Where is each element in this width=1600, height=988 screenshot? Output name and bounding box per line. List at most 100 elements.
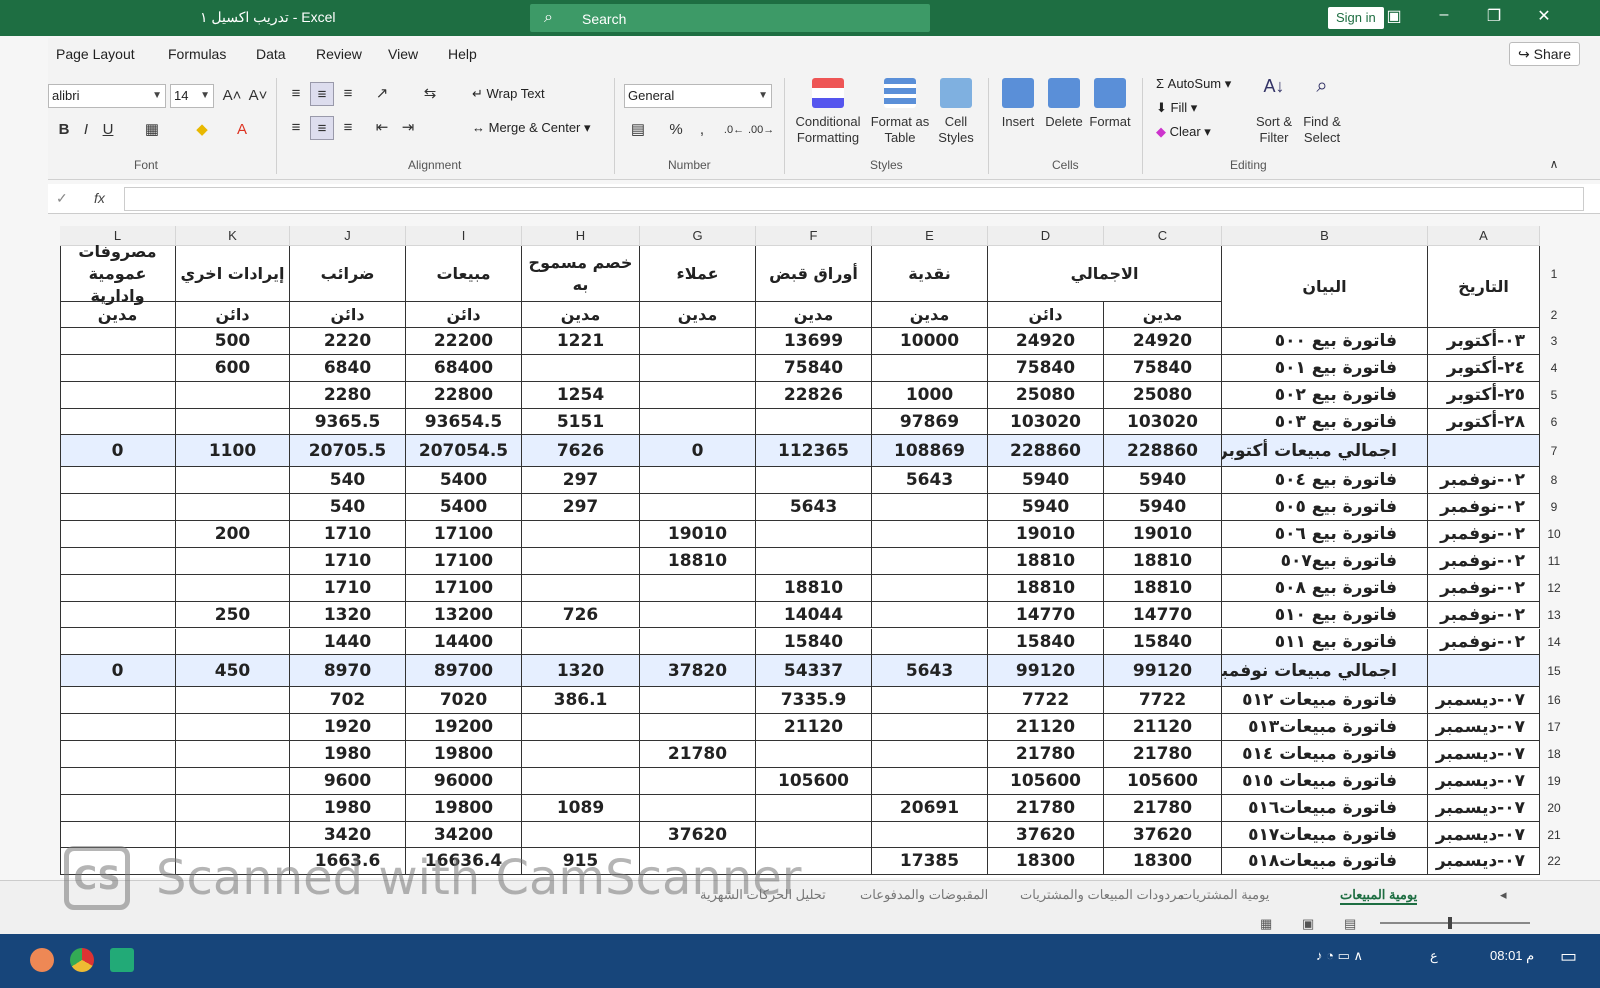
cell-l-row-17[interactable] xyxy=(60,714,176,742)
row-header-9[interactable]: 9 xyxy=(1540,494,1568,521)
normal-view-icon[interactable]: ▦ xyxy=(1260,916,1272,932)
cell-c-row-13[interactable]: 14770 xyxy=(1104,601,1222,629)
cell-f-row-12[interactable]: 18810 xyxy=(756,574,872,602)
cell-l-row-19[interactable] xyxy=(60,767,176,795)
cell-i-row-4[interactable]: 68400 xyxy=(406,354,522,382)
cell-c-row-22[interactable]: 18300 xyxy=(1104,848,1222,876)
cell-c-row-8[interactable]: 5940 xyxy=(1104,467,1222,495)
cell-b-row-21[interactable]: فاتورة مبيعات٥١٧ xyxy=(1222,821,1428,849)
cell-d-row-9[interactable]: 5940 xyxy=(988,494,1104,522)
cell-f-row-15[interactable]: 54337 xyxy=(756,655,872,688)
cell-c-row-14[interactable]: 15840 xyxy=(1104,628,1222,656)
cell-l-row-13[interactable] xyxy=(60,601,176,629)
cell-i-row-10[interactable]: 17100 xyxy=(406,521,522,548)
autosum-button[interactable]: Σ AutoSum ▾ xyxy=(1156,76,1231,92)
cell-l-row-8[interactable] xyxy=(60,467,176,495)
row-header-18[interactable]: 18 xyxy=(1540,741,1568,768)
cell-i-row-9[interactable]: 5400 xyxy=(406,494,522,522)
cell-c-row-12[interactable]: 18810 xyxy=(1104,574,1222,602)
cell-f-row-8[interactable] xyxy=(756,467,872,495)
cell-e-row-4[interactable] xyxy=(872,354,988,382)
input-language[interactable]: ع xyxy=(1430,948,1438,964)
cell-a-row-19[interactable]: ٠٧-ديسمبر xyxy=(1428,767,1540,795)
sheet-tab-3[interactable]: مردودات المبيعات والمشتريات xyxy=(1020,887,1184,903)
row-header-17[interactable]: 17 xyxy=(1540,714,1568,741)
column-header-g[interactable]: G xyxy=(640,226,756,246)
cell-j-row-16[interactable]: 702 xyxy=(290,687,406,715)
cell-g-row-19[interactable] xyxy=(640,767,756,795)
comma-style-icon[interactable]: , xyxy=(690,118,714,142)
find-select-button[interactable]: ⌕ Find & Select xyxy=(1298,76,1346,146)
font-size-combo[interactable]: 14 ▼ xyxy=(170,84,214,108)
cell-e-row-20[interactable]: 20691 xyxy=(872,794,988,822)
align-bottom-icon[interactable]: ≡ xyxy=(336,82,360,106)
cell-d-row-6[interactable]: 103020 xyxy=(988,408,1104,436)
cell-h-row-6[interactable]: 5151 xyxy=(522,408,640,436)
cell-f-row-19[interactable]: 105600 xyxy=(756,767,872,795)
cell-b-row-20[interactable]: فاتورة مبيعات٥١٦ xyxy=(1222,794,1428,822)
row-header-16[interactable]: 16 xyxy=(1540,687,1568,714)
cell-f-row-11[interactable] xyxy=(756,547,872,575)
sheet-tab-1[interactable]: يومية المبيعات xyxy=(1340,887,1418,905)
row-header-15[interactable]: 15 xyxy=(1540,655,1568,687)
cell-k-row-17[interactable] xyxy=(176,714,290,742)
cell-a-row-16[interactable]: ٠٧-ديسمبر xyxy=(1428,687,1540,715)
font-color-icon[interactable]: A xyxy=(230,118,254,142)
cell-h-row-3[interactable]: 1221 xyxy=(522,328,640,355)
cell-l-row-16[interactable] xyxy=(60,687,176,715)
cell-d-row-11[interactable]: 18810 xyxy=(988,547,1104,575)
cell-j-row-15[interactable]: 8970 xyxy=(290,655,406,688)
cell-k-row-18[interactable] xyxy=(176,741,290,768)
cell-i-row-16[interactable]: 7020 xyxy=(406,687,522,715)
cell-f-row-3[interactable]: 13699 xyxy=(756,328,872,355)
cell-i-row-14[interactable]: 14400 xyxy=(406,628,522,656)
cell-e-row-12[interactable] xyxy=(872,574,988,602)
cell-l-row-7[interactable]: 0 xyxy=(60,435,176,468)
cell-l-row-10[interactable] xyxy=(60,521,176,548)
cell-g-row-11[interactable]: 18810 xyxy=(640,547,756,575)
cell-i-row-20[interactable]: 19800 xyxy=(406,794,522,822)
cell-d-row-22[interactable]: 18300 xyxy=(988,848,1104,876)
cell-c-row-4[interactable]: 75840 xyxy=(1104,354,1222,382)
column-header-i[interactable]: I xyxy=(406,226,522,246)
row-header-1[interactable]: 1 xyxy=(1540,246,1568,302)
cell-h-row-4[interactable] xyxy=(522,354,640,382)
cell-h-row-20[interactable]: 1089 xyxy=(522,794,640,822)
align-center-icon[interactable]: ≡ xyxy=(310,116,334,140)
worksheet-grid[interactable]: L K J I H G F E D C B A مصروفات عمومية وادارية إيرادا… xyxy=(60,226,1540,878)
cell-d-row-10[interactable]: 19010 xyxy=(988,521,1104,548)
scroll-tabs-left-icon[interactable]: ◂ xyxy=(1500,887,1507,903)
accounting-format-icon[interactable]: ▤ xyxy=(626,118,650,142)
cell-h-row-13[interactable]: 726 xyxy=(522,601,640,629)
cell-f-row-9[interactable]: 5643 xyxy=(756,494,872,522)
cell-e-row-16[interactable] xyxy=(872,687,988,715)
cell-e-row-18[interactable] xyxy=(872,741,988,768)
cell-j-row-8[interactable]: 540 xyxy=(290,467,406,495)
cell-f-row-13[interactable]: 14044 xyxy=(756,601,872,629)
font-name-combo[interactable]: alibri ▼ xyxy=(48,84,166,108)
sign-in-button[interactable]: Sign in xyxy=(1328,7,1384,29)
tab-data[interactable]: Data xyxy=(256,46,286,62)
percent-icon[interactable]: % xyxy=(664,118,688,142)
cell-e-row-14[interactable] xyxy=(872,628,988,656)
cell-h-row-14[interactable] xyxy=(522,628,640,656)
cell-j-row-17[interactable]: 1920 xyxy=(290,714,406,742)
cell-g-row-13[interactable] xyxy=(640,601,756,629)
notification-icon[interactable]: ▭ xyxy=(1560,946,1577,967)
cell-d-row-14[interactable]: 15840 xyxy=(988,628,1104,656)
system-tray-icons[interactable]: ∧ ▭ ◔ ♪ xyxy=(1316,948,1363,964)
cell-a-row-17[interactable]: ٠٧-ديسمبر xyxy=(1428,714,1540,742)
tab-formulas[interactable]: Formulas xyxy=(168,46,226,62)
cell-i-row-15[interactable]: 89700 xyxy=(406,655,522,688)
cell-a-row-11[interactable]: ٠٢-نوفمبر xyxy=(1428,547,1540,575)
cell-j-row-11[interactable]: 1710 xyxy=(290,547,406,575)
cell-d-row-12[interactable]: 18810 xyxy=(988,574,1104,602)
increase-indent-icon[interactable]: ⇥ xyxy=(396,116,420,140)
cell-a-row-5[interactable]: ٢٥-أكتوبر xyxy=(1428,381,1540,409)
cell-c-row-20[interactable]: 21780 xyxy=(1104,794,1222,822)
cell-a-row-14[interactable]: ٠٢-نوفمبر xyxy=(1428,628,1540,656)
align-right-icon[interactable]: ≡ xyxy=(336,116,360,140)
taskbar-clock[interactable]: 08:01 م xyxy=(1490,948,1534,964)
cell-b-row-14[interactable]: فاتورة بيع ٥١١ xyxy=(1222,628,1428,656)
cell-k-row-11[interactable] xyxy=(176,547,290,575)
